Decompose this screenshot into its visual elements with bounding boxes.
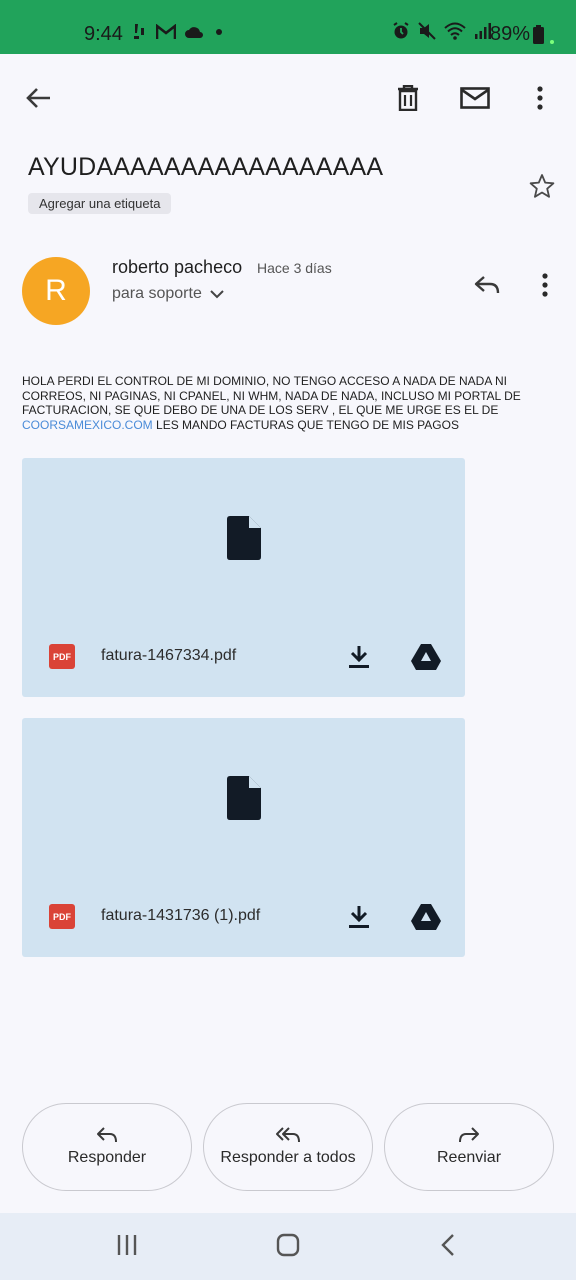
forward-label: Reenviar bbox=[436, 1149, 502, 1166]
delete-button[interactable] bbox=[390, 80, 426, 116]
message-more-button[interactable] bbox=[530, 269, 560, 301]
gmail-icon bbox=[156, 24, 176, 39]
sender-name: roberto pacheco bbox=[112, 257, 243, 277]
reply-icon bbox=[97, 1127, 117, 1143]
file-icon bbox=[227, 516, 261, 560]
body-text-part2: LES MANDO FACTURAS QUE TENGO DE MIS PAGO… bbox=[152, 417, 459, 432]
chevron-down-icon bbox=[210, 289, 224, 298]
mute-icon bbox=[418, 22, 436, 40]
google-drive-icon bbox=[411, 644, 441, 670]
system-nav-bar bbox=[0, 1213, 576, 1280]
body-text-part1: HOLA PERDI EL CONTROL DE MI DOMINIO, NO … bbox=[22, 374, 521, 417]
recent-apps-icon bbox=[117, 1235, 137, 1255]
alarm-icon bbox=[393, 22, 409, 39]
recipient-label: para soporte bbox=[112, 285, 202, 302]
home-icon bbox=[276, 1233, 300, 1257]
reply-icon-button[interactable] bbox=[470, 269, 504, 301]
email-toolbar bbox=[0, 54, 576, 144]
status-bar: 9:44 89% bbox=[0, 0, 576, 54]
sender-avatar[interactable]: R bbox=[22, 257, 90, 325]
email-body: HOLA PERDI EL CONTROL DE MI DOMINIO, NO … bbox=[22, 374, 552, 432]
status-time: 9:44 bbox=[84, 23, 123, 45]
forward-button[interactable]: Reenviar bbox=[384, 1103, 554, 1191]
save-to-drive-button[interactable] bbox=[410, 643, 442, 671]
cloud-icon bbox=[185, 27, 203, 38]
recipient-details[interactable]: para soporte bbox=[112, 285, 224, 303]
email-time: Hace 3 días bbox=[257, 260, 332, 276]
back-arrow-icon bbox=[26, 88, 50, 108]
trash-icon bbox=[398, 85, 418, 111]
pdf-type-badge: PDF bbox=[49, 904, 75, 929]
attachment-filename: fatura-1467334.pdf bbox=[101, 647, 237, 664]
reply-all-button[interactable]: Responder a todos bbox=[203, 1103, 373, 1191]
more-options-button[interactable] bbox=[522, 80, 558, 116]
forward-icon bbox=[459, 1127, 479, 1143]
star-icon bbox=[529, 174, 555, 198]
mark-unread-button[interactable] bbox=[456, 80, 494, 116]
steps-icon bbox=[134, 24, 144, 39]
pdf-type-badge: PDF bbox=[49, 644, 75, 669]
privacy-indicator bbox=[550, 40, 554, 44]
battery-percentage: 89% bbox=[490, 23, 531, 45]
status-right-icons bbox=[392, 22, 492, 40]
email-subject: AYUDAAAAAAAAAAAAAAAAA bbox=[28, 153, 384, 181]
status-left-icons bbox=[132, 22, 226, 42]
google-drive-icon bbox=[411, 904, 441, 930]
attachment-card[interactable]: PDF fatura-1467334.pdf bbox=[22, 458, 465, 697]
reply-icon bbox=[474, 276, 500, 294]
reply-all-icon bbox=[276, 1127, 300, 1143]
reply-button[interactable]: Responder bbox=[22, 1103, 192, 1191]
back-button[interactable] bbox=[20, 80, 56, 116]
attachment-card[interactable]: PDF fatura-1431736 (1).pdf bbox=[22, 718, 465, 957]
download-icon bbox=[349, 646, 369, 668]
file-icon bbox=[227, 776, 261, 820]
body-link[interactable]: COORSAMEXICO.COM bbox=[22, 418, 153, 432]
wifi-icon bbox=[444, 22, 466, 40]
recent-apps-button[interactable] bbox=[116, 1233, 138, 1262]
more-vert-icon bbox=[542, 273, 548, 297]
envelope-icon bbox=[460, 87, 490, 109]
add-label-chip[interactable]: Agregar una etiqueta bbox=[28, 193, 172, 214]
dot-icon bbox=[216, 29, 222, 35]
battery-icon bbox=[533, 25, 544, 44]
home-button[interactable] bbox=[276, 1233, 300, 1262]
reply-all-label: Responder a todos bbox=[220, 1149, 356, 1166]
save-to-drive-button[interactable] bbox=[410, 903, 442, 931]
download-button[interactable] bbox=[347, 904, 371, 930]
reply-label: Responder bbox=[67, 1149, 147, 1166]
download-button[interactable] bbox=[347, 644, 371, 670]
star-button[interactable] bbox=[528, 172, 556, 200]
nav-back-icon bbox=[441, 1234, 454, 1256]
back-nav-button[interactable] bbox=[440, 1233, 456, 1262]
download-icon bbox=[349, 906, 369, 928]
more-vert-icon bbox=[537, 86, 543, 110]
attachment-filename: fatura-1431736 (1).pdf bbox=[101, 907, 261, 924]
